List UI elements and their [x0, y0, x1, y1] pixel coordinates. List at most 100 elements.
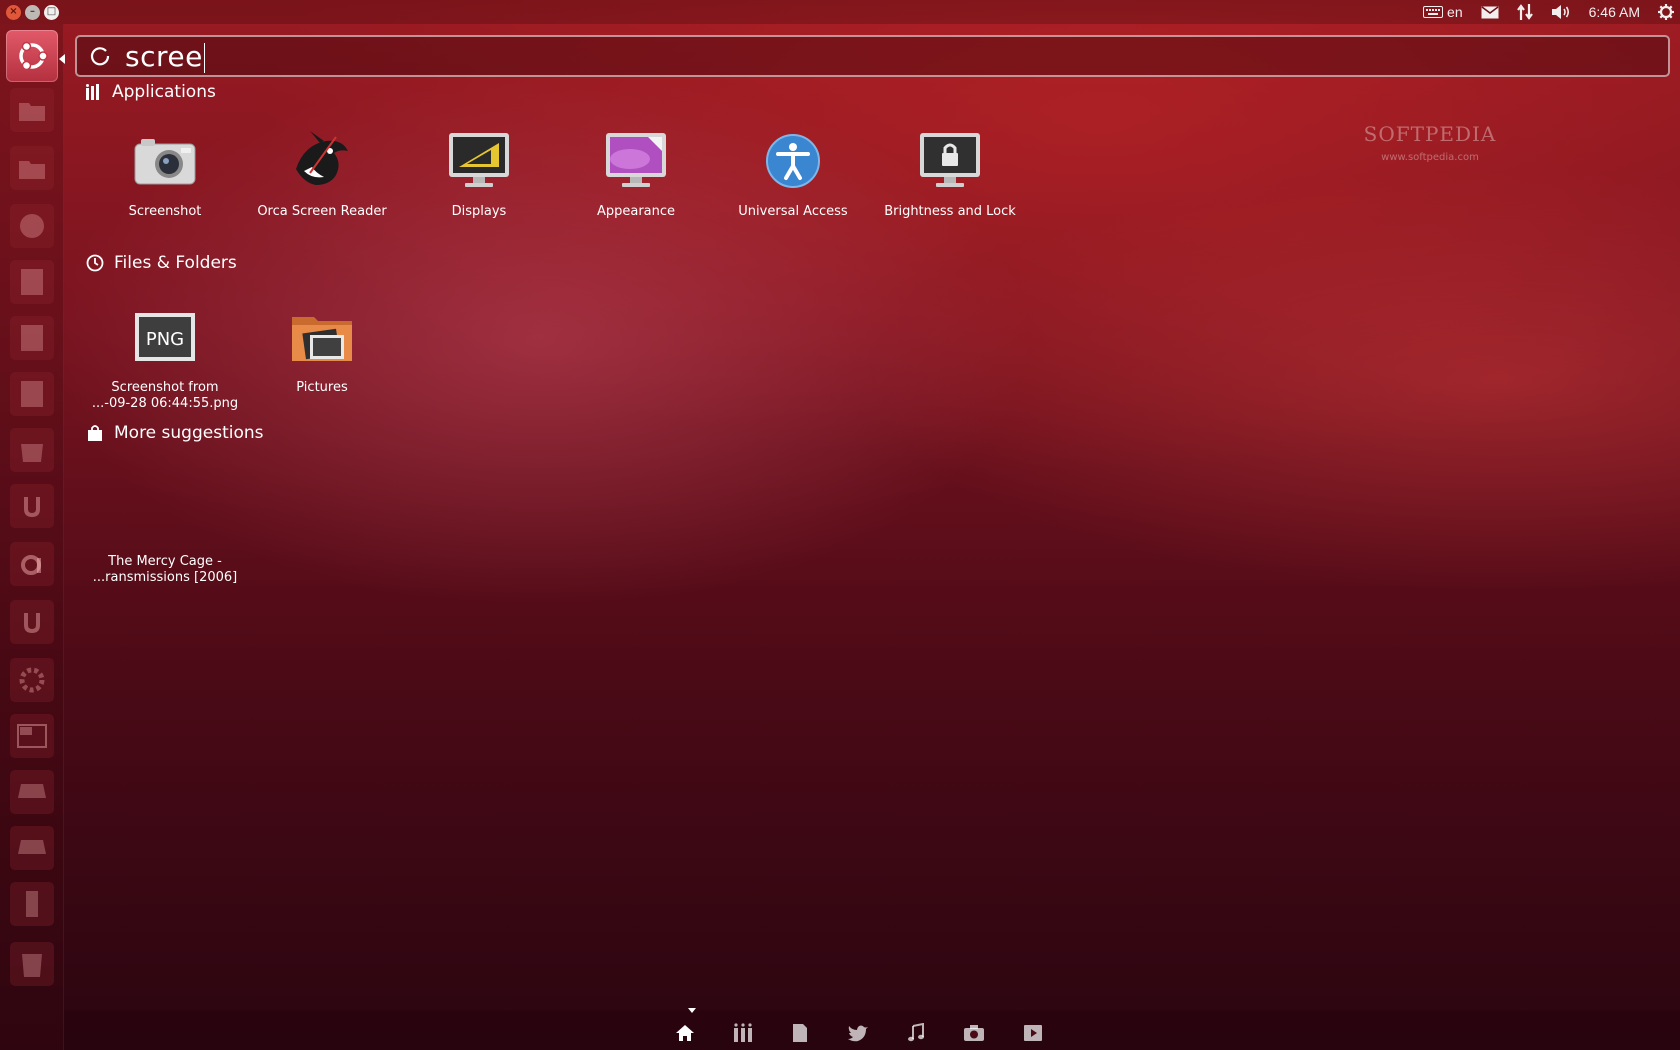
app-tile-displays[interactable]: Displays	[399, 126, 559, 220]
impress-icon	[21, 381, 43, 407]
keyboard-layout-label: en	[1447, 4, 1463, 20]
app-label: Appearance	[596, 204, 676, 219]
pictures-folder-icon	[287, 302, 357, 372]
png-icon-text: PNG	[146, 329, 184, 350]
active-lens-indicator-icon	[688, 1008, 696, 1013]
applications-lens-icon[interactable]	[733, 1022, 753, 1044]
app-label: Displays	[451, 204, 507, 219]
app-label: Screenshot	[128, 204, 202, 219]
launcher-item-impress[interactable]	[10, 372, 54, 416]
clock-label: 6:46 AM	[1588, 4, 1640, 20]
suggestion-label: The Mercy Cage - ...ransmissions [2006]	[85, 554, 245, 586]
category-applications[interactable]: Applications	[86, 82, 216, 102]
maximize-icon[interactable]: □	[44, 4, 59, 20]
suggestion-label-line-2: ...ransmissions [2006]	[92, 570, 238, 585]
app-tile-brightness-lock[interactable]: Brightness and Lock	[870, 126, 1030, 220]
applications-category-icon	[86, 84, 99, 100]
text-caret	[203, 42, 205, 73]
amazon-icon	[21, 555, 41, 575]
category-files-folders[interactable]: Files & Folders	[86, 253, 237, 273]
volume-indicator[interactable]	[1551, 4, 1571, 20]
launcher-item-drive-2[interactable]	[10, 826, 54, 870]
firefox-icon	[20, 214, 44, 238]
ubuntu-one-icon	[24, 497, 40, 518]
network-icon	[1516, 4, 1533, 20]
launcher-item-firefox[interactable]	[10, 204, 54, 248]
power-icon	[1658, 4, 1674, 20]
orca-icon	[287, 126, 357, 196]
window-controls: × – □	[6, 4, 59, 20]
category-applications-label: Applications	[112, 82, 216, 102]
launcher-item-workspaces[interactable]	[10, 714, 54, 758]
dash-home-button[interactable]	[6, 30, 58, 82]
launcher-item-calc[interactable]	[10, 316, 54, 360]
appearance-icon	[601, 126, 671, 196]
app-label: Orca Screen Reader	[257, 204, 387, 219]
brightness-lock-icon	[915, 126, 985, 196]
app-tile-universal-access[interactable]: Universal Access	[713, 126, 873, 220]
shopping-bag-icon	[88, 425, 102, 441]
keyboard-icon	[1423, 6, 1444, 18]
app-tile-appearance[interactable]: Appearance	[556, 126, 716, 220]
minimize-icon[interactable]: –	[25, 4, 40, 20]
photos-lens-icon[interactable]	[963, 1022, 985, 1044]
launcher-item-amazon[interactable]	[10, 542, 54, 586]
file-label-line-1: Pictures	[296, 380, 348, 395]
clock-category-icon	[86, 254, 104, 272]
png-file-icon: PNG	[130, 302, 200, 372]
ubuntu-one-music-icon	[24, 613, 40, 634]
music-lens-icon[interactable]	[907, 1022, 925, 1044]
spinner-icon	[90, 47, 110, 66]
close-icon[interactable]: ×	[6, 4, 21, 20]
app-tile-screenshot[interactable]: Screenshot	[85, 126, 245, 220]
watermark-title: SOFTPEDIA	[1363, 122, 1497, 146]
app-label: Universal Access	[738, 204, 848, 219]
dash-search-field[interactable]: scree	[75, 35, 1670, 77]
file-tile-pictures[interactable]: Pictures	[242, 302, 402, 396]
launcher-item-writer[interactable]	[10, 260, 54, 304]
launcher-item-ubuntu-one-music[interactable]	[10, 600, 54, 644]
usb-drive-icon	[26, 891, 38, 917]
lens-buttons	[675, 1022, 1043, 1044]
session-indicator[interactable]	[1658, 4, 1674, 20]
suggestion-tile-mercy-cage[interactable]: The Mercy Cage - ...ransmissions [2006]	[85, 476, 245, 586]
social-lens-icon[interactable]	[847, 1022, 869, 1044]
launcher-item-files[interactable]	[10, 146, 54, 190]
launcher-item-trash[interactable]	[10, 942, 54, 986]
network-indicator[interactable]	[1516, 3, 1533, 21]
file-label: Screenshot from ...-09-28 06:44:55.png	[85, 380, 245, 412]
mail-indicator[interactable]	[1481, 5, 1499, 19]
launcher	[0, 24, 65, 1050]
active-arrow-icon	[59, 54, 65, 64]
workspace-switcher-icon	[17, 724, 47, 748]
indicator-area: en 6:46 AM	[1423, 0, 1674, 24]
file-label-line-1: Screenshot from	[111, 380, 219, 395]
ubuntu-logo-icon	[19, 41, 48, 71]
calc-icon	[21, 325, 43, 351]
launcher-item-system-settings[interactable]	[10, 658, 54, 702]
launcher-item-drive-1[interactable]	[10, 770, 54, 814]
volume-icon	[1551, 5, 1569, 19]
file-tile-screenshot-png[interactable]: PNG Screenshot from ...-09-28 06:44:55.p…	[85, 302, 245, 412]
suggestion-label-line-1: The Mercy Cage -	[108, 554, 222, 569]
category-more-suggestions[interactable]: More suggestions	[86, 423, 264, 443]
app-tile-orca[interactable]: Orca Screen Reader	[242, 126, 402, 220]
launcher-item-software-center[interactable]	[10, 428, 54, 472]
search-query: scree	[125, 39, 205, 73]
launcher-item-usb[interactable]	[10, 882, 54, 926]
files-lens-icon[interactable]	[791, 1022, 809, 1044]
camera-icon	[130, 126, 200, 196]
clock[interactable]: 6:46 AM	[1589, 4, 1640, 20]
universal-access-icon	[758, 126, 828, 196]
drive-icon	[18, 840, 46, 854]
top-panel: × – □ en 6:46 AM	[0, 0, 1680, 24]
folder-icon	[19, 161, 45, 179]
home-lens-icon[interactable]	[675, 1022, 695, 1044]
keyboard-indicator[interactable]: en	[1423, 4, 1463, 20]
launcher-item-ubuntu-one[interactable]	[10, 484, 54, 528]
category-more-suggestions-label: More suggestions	[114, 423, 264, 443]
launcher-item-home-folder[interactable]	[10, 88, 54, 132]
trash-icon	[22, 954, 42, 977]
video-lens-icon[interactable]	[1023, 1022, 1043, 1044]
watermark-url: www.softpedia.com	[1381, 152, 1479, 163]
